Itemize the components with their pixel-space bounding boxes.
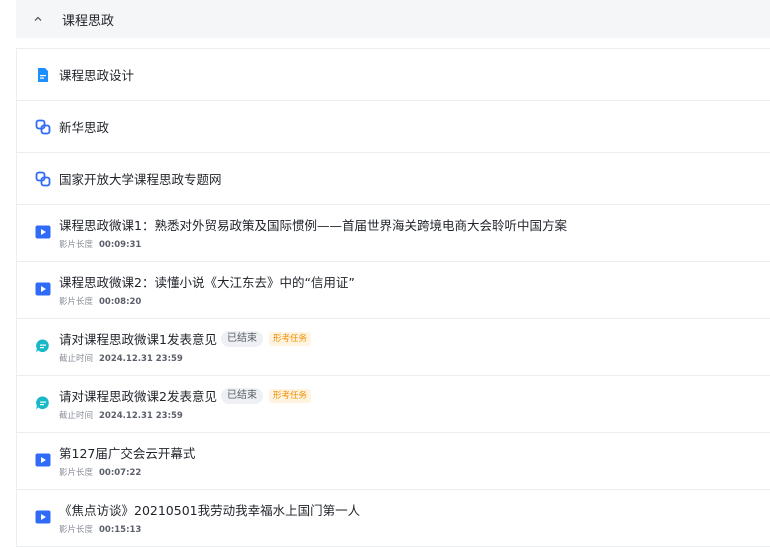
list-item[interactable]: 课程思政设计 <box>16 49 770 101</box>
section-header[interactable]: 课程思政 <box>16 0 770 38</box>
item-title: 新华思政 <box>59 120 110 135</box>
item-meta: 影片长度 00:15:13 <box>59 525 142 535</box>
item-meta: 截止时间 2024.12.31 23:59 <box>59 411 183 421</box>
video-play-icon <box>35 452 51 468</box>
link-icon <box>35 119 51 135</box>
list-item[interactable]: 请对课程思政微课1发表意见 已结束 形考任务 截止时间 2024.12.31 23… <box>16 319 770 376</box>
list-item[interactable]: 国家开放大学课程思政专题网 <box>16 153 770 205</box>
discussion-icon <box>35 395 51 411</box>
video-play-icon <box>35 509 51 525</box>
item-title: 国家开放大学课程思政专题网 <box>59 172 222 187</box>
item-meta: 影片长度 00:07:22 <box>59 468 142 478</box>
item-meta: 影片长度 00:09:31 <box>59 240 142 250</box>
list-item[interactable]: 第127届广交会云开幕式 影片长度 00:07:22 <box>16 433 770 490</box>
item-title: 第127届广交会云开幕式 <box>59 446 196 461</box>
discussion-icon <box>35 338 51 354</box>
chevron-up-icon[interactable] <box>32 13 44 25</box>
link-icon <box>35 171 51 187</box>
item-title: 请对课程思政微课2发表意见 <box>59 389 217 404</box>
item-meta: 截止时间 2024.12.31 23:59 <box>59 354 183 364</box>
list-item[interactable]: 课程思政微课1：熟悉对外贸易政策及国际惯例——首届世界海关跨境电商大会聆听中国方… <box>16 205 770 262</box>
item-title: 课程思政微课1：熟悉对外贸易政策及国际惯例——首届世界海关跨境电商大会聆听中国方… <box>59 218 567 233</box>
item-title: 《焦点访谈》20210501我劳动我幸福水上国门第一人 <box>59 503 361 518</box>
status-badge: 已结束 <box>220 330 263 347</box>
status-badge: 已结束 <box>220 387 263 404</box>
item-meta: 影片长度 00:08:20 <box>59 297 142 307</box>
list-item[interactable]: 《焦点访谈》20210501我劳动我幸福水上国门第一人 影片长度 00:15:13 <box>16 490 770 547</box>
list-item[interactable]: 请对课程思政微课2发表意见 已结束 形考任务 截止时间 2024.12.31 23… <box>16 376 770 433</box>
activity-list: 课程思政设计 新华思政 国家开放大学课程思政专题网 课程思政微课1：熟悉对外贸易… <box>16 48 770 547</box>
task-tag: 形考任务 <box>268 388 311 403</box>
item-title: 课程思政微课2：读懂小说《大江东去》中的“信用证” <box>59 275 355 290</box>
task-tag: 形考任务 <box>268 331 311 346</box>
list-item[interactable]: 课程思政微课2：读懂小说《大江东去》中的“信用证” 影片长度 00:08:20 <box>16 262 770 319</box>
document-icon <box>35 67 51 83</box>
item-title: 课程思政设计 <box>59 68 135 83</box>
video-play-icon <box>35 224 51 240</box>
section-title: 课程思政 <box>62 13 115 29</box>
item-title: 请对课程思政微课1发表意见 <box>59 332 217 347</box>
list-item[interactable]: 新华思政 <box>16 101 770 153</box>
video-play-icon <box>35 281 51 297</box>
